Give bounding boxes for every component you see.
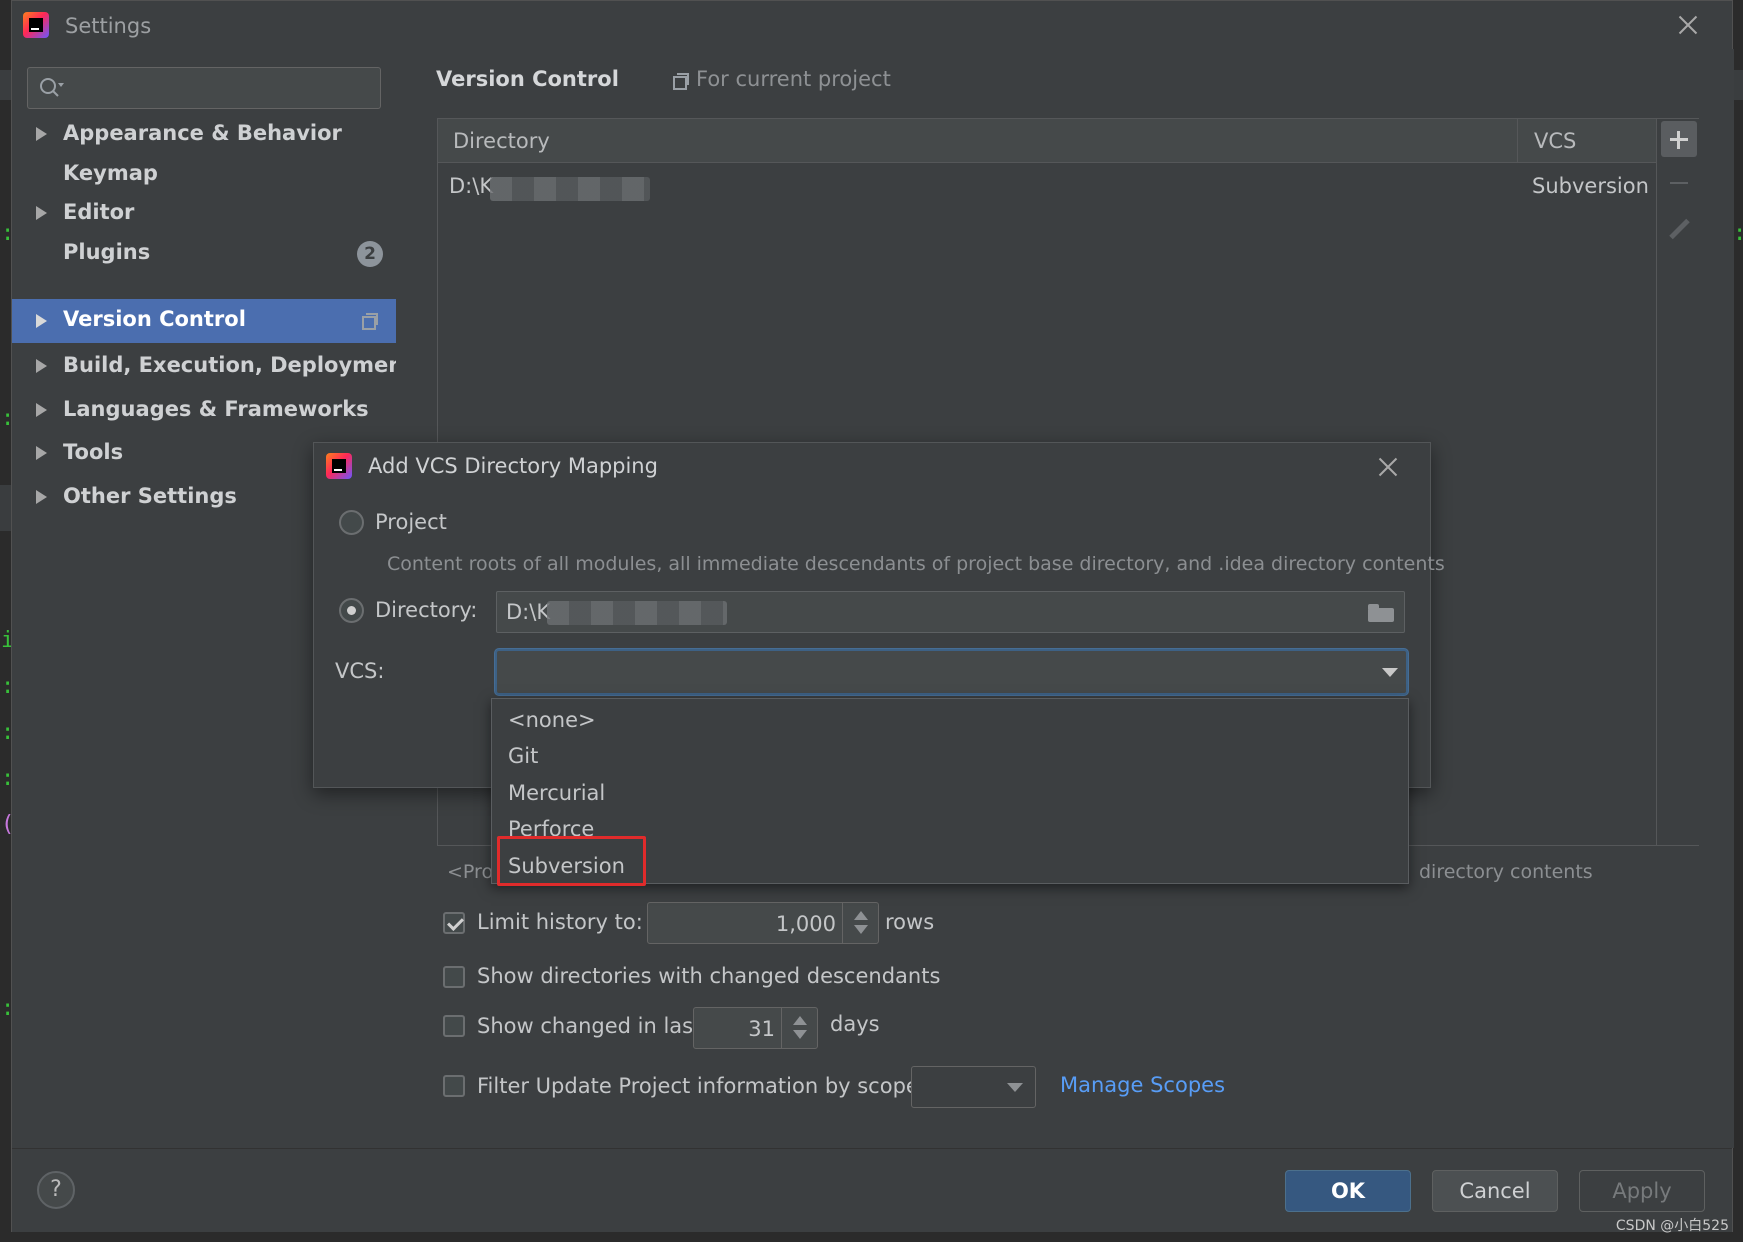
chevron-down-icon xyxy=(1007,1083,1023,1092)
settings-search-input[interactable] xyxy=(27,67,381,109)
redacted-path xyxy=(490,177,650,201)
limit-history-checkbox[interactable] xyxy=(443,912,465,934)
sidebar-item-label: Keymap xyxy=(63,161,158,185)
column-header-vcs[interactable]: VCS xyxy=(1534,129,1576,153)
directory-path-input[interactable]: D:\K xyxy=(496,591,1405,633)
sidebar-item-languages-frameworks[interactable]: Languages & Frameworks xyxy=(12,389,396,431)
stepper-arrows-icon[interactable] xyxy=(781,1008,817,1048)
option-label: <none> xyxy=(508,708,596,732)
dialog-close-icon[interactable] xyxy=(1374,453,1402,481)
sidebar-item-label: Build, Execution, Deployment xyxy=(63,353,414,377)
expand-arrow-icon[interactable] xyxy=(36,490,47,504)
vcs-label: VCS: xyxy=(335,659,385,683)
option-label: Mercurial xyxy=(508,781,606,805)
project-scope-icon xyxy=(673,73,689,90)
show-changed-days-value: 31 xyxy=(748,1017,775,1041)
project-scope-icon xyxy=(362,313,378,330)
edit-mapping-button[interactable] xyxy=(1661,211,1697,247)
sidebar-item-label: Languages & Frameworks xyxy=(63,397,369,421)
vcs-option-none[interactable]: <none> xyxy=(492,702,1408,738)
show-changed-days-stepper[interactable]: 31 xyxy=(693,1007,818,1049)
show-changed-checkbox[interactable] xyxy=(443,1015,465,1037)
show-directories-label: Show directories with changed descendant… xyxy=(477,964,941,988)
limit-history-stepper[interactable]: 1,000 xyxy=(647,902,879,944)
column-separator xyxy=(1517,119,1518,163)
directory-path-value: D:\K xyxy=(506,600,551,624)
background-tab xyxy=(0,70,11,100)
show-directories-checkbox[interactable] xyxy=(443,966,465,988)
sidebar-item-label: Plugins xyxy=(63,240,151,264)
column-header-directory[interactable]: Directory xyxy=(453,129,550,153)
option-label: Git xyxy=(508,744,539,768)
background-band xyxy=(0,485,11,531)
plugins-update-badge: 2 xyxy=(357,241,383,267)
page-title: Version Control xyxy=(436,67,619,91)
vcs-option-mercurial[interactable]: Mercurial xyxy=(492,775,1408,811)
show-changed-label: Show changed in last xyxy=(477,1014,702,1038)
scope-select[interactable] xyxy=(911,1066,1036,1108)
vcs-option-git[interactable]: Git xyxy=(492,738,1408,774)
expand-arrow-icon[interactable] xyxy=(36,446,47,460)
directory-radio-label: Directory: xyxy=(375,598,478,622)
show-changed-unit: days xyxy=(830,1012,880,1036)
window-close-icon[interactable] xyxy=(1674,11,1702,39)
dialog-footer: ? OK Cancel Apply xyxy=(12,1148,1732,1232)
title-bar: Settings xyxy=(12,1,1732,49)
sidebar-item-keymap[interactable]: Keymap xyxy=(12,153,396,195)
expand-arrow-icon[interactable] xyxy=(36,359,47,373)
background-tab xyxy=(1733,70,1743,100)
vcs-select[interactable] xyxy=(495,649,1408,695)
browse-folder-icon[interactable] xyxy=(1368,604,1394,622)
intellij-logo-icon xyxy=(326,453,352,479)
dialog-title: Add VCS Directory Mapping xyxy=(368,454,658,478)
help-button[interactable]: ? xyxy=(37,1171,75,1209)
limit-history-unit: rows xyxy=(885,910,935,934)
background-code-mark: : xyxy=(1733,221,1743,246)
sidebar-item-label: Version Control xyxy=(63,307,246,331)
expand-arrow-icon[interactable] xyxy=(36,127,47,141)
vcs-cell: Subversion xyxy=(1532,174,1649,198)
intellij-logo-icon xyxy=(23,12,49,38)
search-icon xyxy=(40,78,64,97)
sidebar-item-plugins[interactable]: Plugins 2 xyxy=(12,232,396,274)
sidebar-item-label: Editor xyxy=(63,200,135,224)
watermark: CSDN @小白525 xyxy=(1615,1218,1729,1234)
sidebar-item-build-execution-deployment[interactable]: Build, Execution, Deployment xyxy=(12,345,413,387)
table-row[interactable]: D:\K Subversion xyxy=(438,165,1656,209)
table-toolbar xyxy=(1656,119,1699,845)
apply-button[interactable]: Apply xyxy=(1579,1170,1705,1212)
window-title: Settings xyxy=(65,14,152,38)
sidebar-item-version-control[interactable]: Version Control xyxy=(12,299,396,343)
ok-button[interactable]: OK xyxy=(1285,1170,1411,1212)
filter-by-scope-checkbox[interactable] xyxy=(443,1075,465,1097)
sidebar-item-appearance-behavior[interactable]: Appearance & Behavior xyxy=(12,113,396,155)
annotation-highlight-box xyxy=(497,836,646,886)
unregistered-roots-text-tail: directory contents xyxy=(1419,861,1593,883)
add-mapping-button[interactable] xyxy=(1661,121,1697,157)
sidebar-item-label: Other Settings xyxy=(63,484,237,508)
redacted-path xyxy=(547,601,727,625)
sidebar-item-editor[interactable]: Editor xyxy=(12,192,396,234)
directory-radio[interactable] xyxy=(339,598,364,623)
chevron-down-icon xyxy=(1382,668,1398,677)
project-radio[interactable] xyxy=(339,510,364,535)
project-hint: Content roots of all modules, all immedi… xyxy=(387,553,1445,575)
directory-cell: D:\K xyxy=(449,174,494,198)
expand-arrow-icon[interactable] xyxy=(36,314,47,328)
scope-label: For current project xyxy=(696,67,891,91)
filter-by-scope-label: Filter Update Project information by sco… xyxy=(477,1074,919,1098)
project-radio-label: Project xyxy=(375,510,447,534)
stepper-arrows-icon[interactable] xyxy=(842,903,878,943)
remove-mapping-button[interactable] xyxy=(1661,165,1697,201)
expand-arrow-icon[interactable] xyxy=(36,403,47,417)
expand-arrow-icon[interactable] xyxy=(36,206,47,220)
limit-history-value: 1,000 xyxy=(775,912,836,936)
sidebar-item-label: Appearance & Behavior xyxy=(63,121,342,145)
limit-history-label: Limit history to: xyxy=(477,910,643,934)
sidebar-item-label: Tools xyxy=(63,440,124,464)
table-header: Directory VCS xyxy=(438,119,1656,163)
cancel-button[interactable]: Cancel xyxy=(1432,1170,1558,1212)
manage-scopes-link[interactable]: Manage Scopes xyxy=(1060,1073,1225,1097)
